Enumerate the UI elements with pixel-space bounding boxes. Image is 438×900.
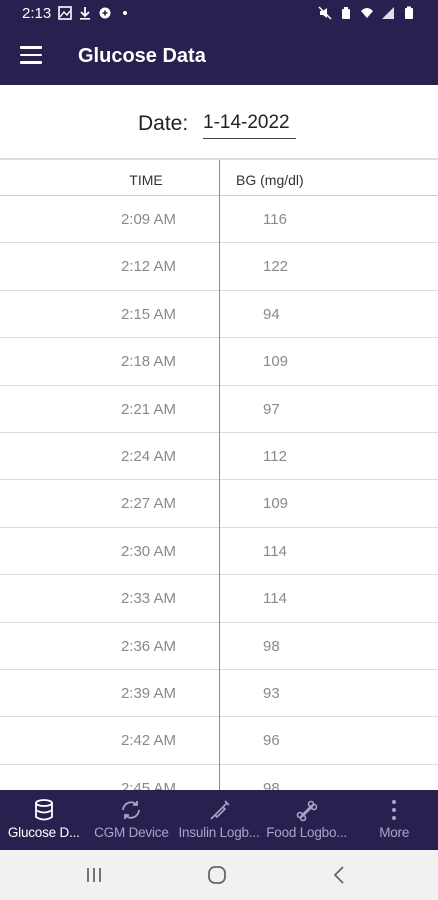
cell-bg: 94	[263, 305, 280, 323]
cell-time: 2:18 AM	[120, 353, 176, 371]
date-row: Date: 1-14-2022	[0, 108, 438, 144]
cell-bg: 98	[263, 779, 280, 790]
date-field[interactable]: 1-14-2022	[203, 112, 296, 139]
cell-time: 2:24 AM	[120, 447, 176, 465]
cell-bg: 114	[263, 542, 287, 560]
status-bar: 2:13	[0, 0, 438, 28]
download-icon	[80, 7, 90, 20]
data-saver-icon	[99, 7, 111, 19]
recents-icon[interactable]	[82, 863, 106, 887]
column-divider	[219, 160, 220, 790]
nav-item-database[interactable]: Glucose D...	[0, 790, 88, 850]
cell-time: 2:39 AM	[120, 684, 176, 702]
cell-time: 2:36 AM	[120, 637, 176, 655]
system-navigation-bar	[0, 850, 438, 900]
home-icon[interactable]	[205, 863, 229, 887]
header-bg: BG (mg/dl)	[236, 172, 304, 188]
cell-time: 2:33 AM	[120, 590, 176, 608]
cell-bg: 98	[263, 637, 280, 655]
image-icon	[58, 6, 72, 20]
more-vertical-icon	[392, 800, 397, 820]
battery-icon	[405, 6, 413, 19]
nav-label: Glucose D...	[7, 825, 80, 840]
nav-label: Food Logbo...	[266, 825, 347, 840]
back-icon[interactable]	[328, 863, 352, 887]
date-label: Date:	[138, 112, 189, 135]
cell-time: 2:09 AM	[120, 211, 176, 228]
cell-time: 2:15 AM	[120, 305, 176, 323]
cell-bg: 116	[263, 211, 287, 228]
mute-icon	[318, 6, 332, 20]
wifi-icon	[361, 8, 373, 18]
sync-icon	[122, 801, 141, 819]
cell-bg: 93	[263, 684, 280, 702]
cell-bg: 122	[263, 258, 289, 276]
signal-icon	[382, 7, 394, 19]
cell-time: 2:21 AM	[120, 400, 176, 418]
cell-bg: 109	[263, 495, 289, 513]
cell-time: 2:27 AM	[120, 495, 176, 513]
cell-bg: 96	[263, 732, 280, 750]
cell-time: 2:30 AM	[120, 542, 176, 560]
bone-icon	[296, 800, 317, 822]
dot-icon	[123, 11, 127, 15]
alarm-icon	[342, 7, 350, 19]
bottom-navigation: Glucose D... CGM Device Insulin Logb... Foo…	[0, 790, 438, 850]
database-icon	[34, 799, 53, 821]
nav-label: Insulin Logb...	[178, 825, 260, 840]
app-bar: Glucose Data	[0, 28, 438, 85]
cell-time: 2:42 AM	[120, 732, 176, 750]
status-time: 2:13	[22, 5, 52, 22]
cell-bg: 109	[263, 353, 289, 371]
cell-time: 2:12 AM	[120, 258, 176, 276]
hamburger-menu-icon[interactable]	[20, 46, 42, 66]
page-title: Glucose Data	[78, 45, 206, 67]
glucose-table[interactable]: TIME BG (mg/dl) 2:09 AM 116 2:12 AM 122 2:15…	[0, 158, 438, 790]
nav-label: More	[379, 825, 410, 840]
cell-bg: 97	[263, 400, 280, 418]
cell-bg: 114	[263, 590, 287, 608]
cell-time: 2:45 AM	[120, 779, 176, 790]
nav-item-more-vertical[interactable]: More	[350, 790, 438, 850]
syringe-icon	[210, 800, 230, 820]
nav-item-sync[interactable]: CGM Device	[88, 790, 176, 850]
nav-item-bone[interactable]: Food Logbo...	[263, 790, 351, 850]
cell-bg: 112	[263, 447, 287, 465]
status-left-icons	[58, 6, 132, 20]
nav-label: CGM Device	[94, 825, 169, 840]
status-right-icons	[318, 6, 416, 20]
nav-item-syringe[interactable]: Insulin Logb...	[175, 790, 263, 850]
